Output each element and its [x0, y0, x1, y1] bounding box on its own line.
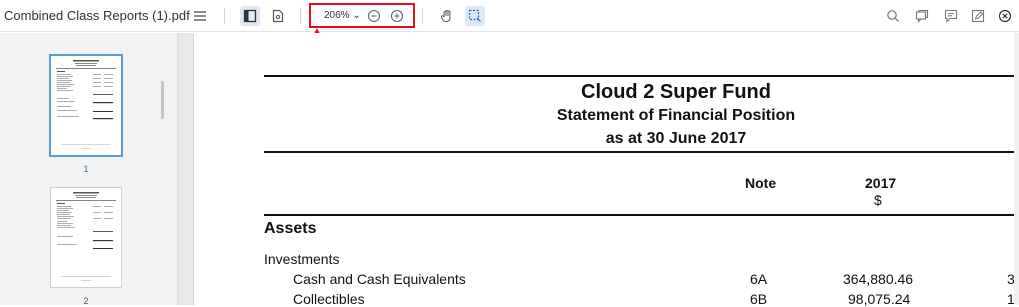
sidebar-toggle-icon[interactable]: [240, 6, 260, 26]
title-bottom-rule: [264, 151, 1019, 153]
group-heading-investments: Investments: [264, 251, 340, 267]
fund-name: Cloud 2 Super Fund: [581, 81, 771, 103]
title-top-rule: [264, 75, 1019, 77]
comment-icon[interactable]: [912, 6, 932, 26]
top-toolbar: Combined Class Reports (1).pdf 206% ⌄: [0, 0, 1019, 32]
thumbnail-sidebar: 1 2: [0, 33, 178, 306]
row-note: 6A: [750, 271, 768, 287]
page-thumbnail-2[interactable]: [50, 187, 122, 288]
page-scrollbar[interactable]: [1014, 33, 1019, 305]
selection-tool-icon[interactable]: [465, 6, 485, 26]
statement-title: Statement of Financial Position: [556, 107, 796, 124]
annotation-icon[interactable]: [941, 6, 961, 26]
search-icon[interactable]: [883, 6, 903, 26]
row-value: 364,880.46: [843, 271, 914, 287]
toolbar-divider: [300, 8, 301, 24]
sidebar-scrollbar[interactable]: [161, 81, 164, 119]
page-thumbnail-label: 1: [83, 164, 89, 174]
page-view-icon[interactable]: [268, 6, 288, 26]
close-icon[interactable]: [995, 6, 1015, 26]
note-column-header: Note: [745, 175, 777, 191]
section-heading-assets: Assets: [264, 220, 317, 237]
hamburger-menu-icon[interactable]: [190, 6, 210, 26]
highlight-box: [309, 3, 415, 28]
row-label: Cash and Cash Equivalents: [293, 271, 466, 287]
sidebar-resize-handle[interactable]: [178, 33, 194, 305]
toolbar-divider: [224, 8, 225, 24]
statement-date: as at 30 June 2017: [605, 130, 747, 147]
document-title: Combined Class Reports (1).pdf: [4, 8, 190, 23]
header-rule: [264, 214, 1019, 216]
toolbar-divider: [422, 8, 423, 24]
page-thumbnail-1[interactable]: [50, 55, 122, 156]
year-column-header: 2017: [865, 175, 897, 191]
pen-icon[interactable]: [968, 6, 988, 26]
currency-column-header: $: [874, 192, 882, 208]
hand-tool-icon[interactable]: [437, 6, 457, 26]
